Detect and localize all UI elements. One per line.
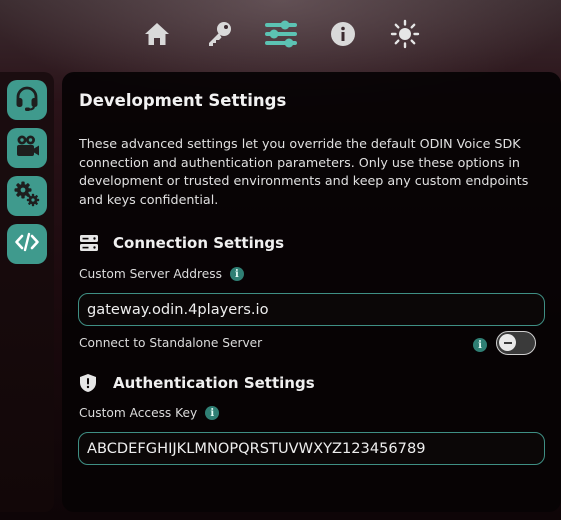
- access-key-label-row: Custom Access Key i: [79, 406, 220, 420]
- toggle-knob: [499, 334, 516, 351]
- info-icon[interactable]: i: [473, 338, 487, 352]
- sidebar-item-audio[interactable]: [7, 80, 47, 120]
- home-icon[interactable]: [139, 16, 175, 52]
- standalone-server-label: Connect to Standalone Server: [79, 336, 263, 350]
- brightness-icon[interactable]: [387, 16, 423, 52]
- server-address-label: Custom Server Address: [79, 267, 222, 281]
- access-key-label: Custom Access Key: [79, 406, 198, 420]
- page-description: These advanced settings let you override…: [79, 136, 529, 207]
- authentication-heading: Authentication Settings: [113, 374, 315, 392]
- headset-icon: [14, 85, 40, 115]
- top-navigation: [0, 0, 561, 68]
- authentication-section-header: Authentication Settings: [79, 372, 315, 394]
- info-icon[interactable]: [325, 16, 361, 52]
- video-camera-icon: [14, 133, 40, 163]
- standalone-label-row: Connect to Standalone Server: [79, 336, 262, 350]
- server-address-label-row: Custom Server Address i: [79, 267, 244, 281]
- page-title: Development Settings: [79, 91, 287, 110]
- info-icon[interactable]: i: [205, 406, 220, 420]
- info-icon[interactable]: i: [229, 267, 244, 281]
- connection-section-header: Connection Settings: [79, 232, 284, 254]
- server-address-field[interactable]: [78, 293, 545, 326]
- settings-panel: Development Settings These advanced sett…: [62, 72, 561, 512]
- server-icon: [79, 232, 101, 254]
- sidebar: [0, 72, 54, 512]
- access-key-field[interactable]: [78, 432, 545, 465]
- shield-icon: [79, 372, 101, 394]
- access-key-input[interactable]: [87, 440, 536, 457]
- standalone-server-toggle[interactable]: [496, 331, 536, 355]
- connection-heading: Connection Settings: [113, 234, 285, 252]
- key-icon[interactable]: [201, 16, 237, 52]
- sidebar-item-development[interactable]: [7, 224, 47, 264]
- code-icon: [14, 229, 40, 259]
- server-address-input[interactable]: [87, 301, 536, 318]
- gears-icon: [13, 180, 41, 212]
- sidebar-item-video[interactable]: [7, 128, 47, 168]
- sliders-icon[interactable]: [263, 16, 299, 52]
- sidebar-item-settings[interactable]: [7, 176, 47, 216]
